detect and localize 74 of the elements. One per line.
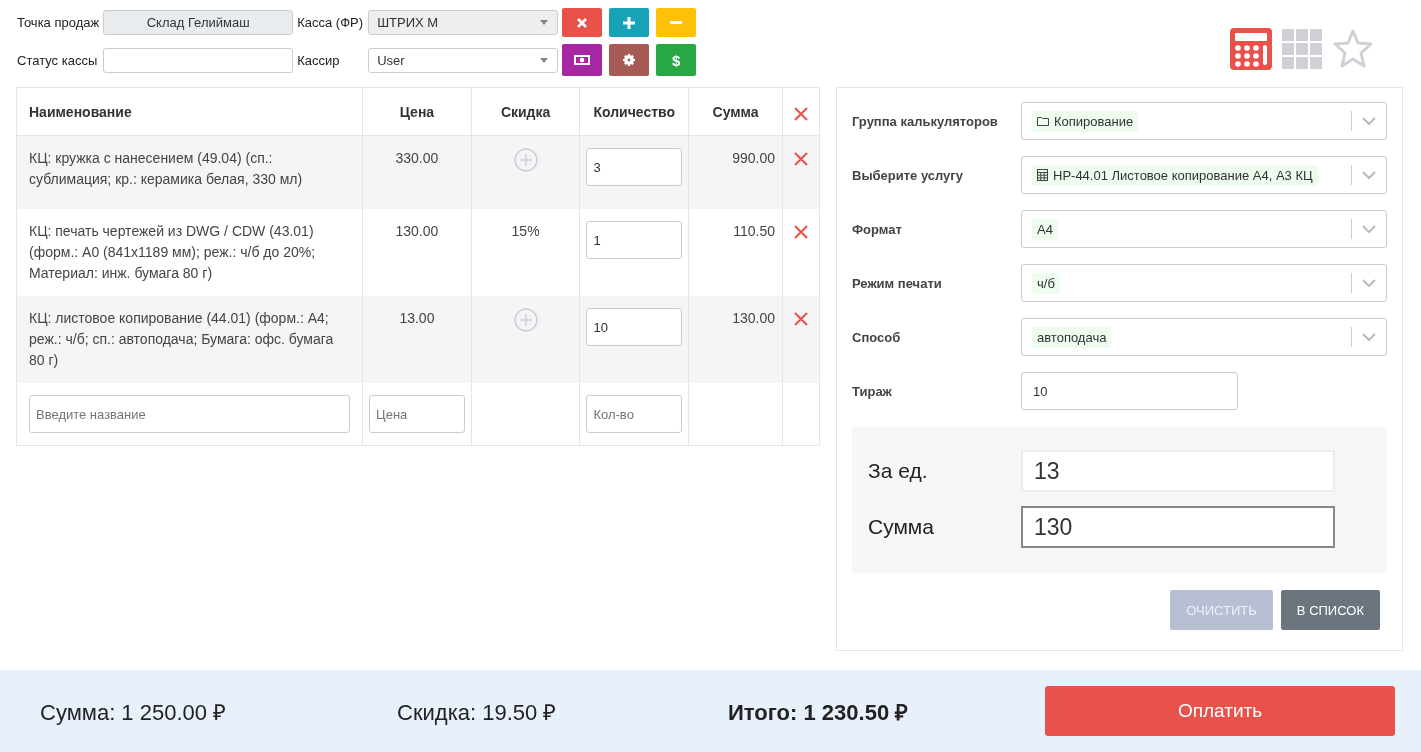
input-field[interactable]: 10 [1021,372,1238,410]
field-label: Касса (ФР) [297,15,365,30]
selected-value: автоподача [1032,326,1112,348]
sum-total: Сумма: 1 250.00 ₽ [40,699,228,726]
grand-total: Итого: 1 230.50 ₽ [728,699,910,726]
table-cell: КЦ: кружка с нанесением (49.04) (сп.: сублимация; кр.: керамика белая, 330 мл) [16,135,363,209]
selected-value: Копирование [1032,110,1139,132]
field-label: Группа калькуляторов [852,113,999,129]
column-header: Сумма [688,87,783,136]
result-label: За ед. [868,459,929,483]
minus-icon [670,20,683,25]
result-field[interactable]: 130 [1021,506,1335,548]
select-field[interactable]: User [368,48,559,73]
table-cell: 130.00 [688,296,783,383]
selected-value: НР-44.01 Листовое копирование А4, А3 КЦ [1032,164,1318,186]
close-button[interactable] [562,8,603,37]
delete-icon [794,106,808,121]
select-field[interactable]: А4 [1021,210,1387,248]
result-field[interactable]: 13 [1021,450,1335,492]
chevron-down-icon [1362,224,1376,234]
quantity-field[interactable]: 10 [586,308,683,346]
select-field[interactable]: ч/б [1021,264,1387,302]
plus-icon [623,16,636,29]
discount-total: Скидка: 19.50 ₽ [397,699,558,726]
quantity-field[interactable]: 3 [586,148,683,186]
field-label: Статус кассы [17,53,99,68]
quantity-field[interactable]: 1 [586,221,683,259]
result-label: Сумма [868,515,935,539]
table-cell: 13.00 [362,296,472,383]
name-field[interactable]: Введите название [29,395,351,433]
sale-point-field: Склад Гелиймаш [103,10,294,35]
cash-button[interactable] [562,44,603,76]
plus-button[interactable] [609,8,650,37]
caret-icon [539,57,550,64]
field-label: Выберите услугу [852,167,964,183]
chevron-down-icon [1362,116,1376,126]
field-label: Способ [852,329,902,345]
input-field[interactable] [103,48,294,73]
field-label: Режим печати [852,275,943,291]
selected-value: А4 [1032,218,1058,240]
select-field[interactable]: автоподача [1021,318,1387,356]
pay-button[interactable]: Оплатить [1045,686,1395,736]
star-icon[interactable] [1332,28,1374,70]
gear-icon [623,54,636,66]
field-label: Кассир [297,53,341,68]
table-cell: 330.00 [362,135,472,209]
chevron-down-icon [1362,170,1376,180]
column-header: Количество [579,87,689,136]
delete-icon[interactable] [794,152,808,166]
close-icon [577,17,588,28]
field-label: Формат [852,221,903,237]
delete-icon[interactable] [794,312,808,326]
caret-icon [539,19,550,26]
chevron-down-icon [1362,332,1376,342]
gear-button[interactable] [609,44,650,76]
folder-icon [1037,116,1049,126]
delete-icon[interactable] [794,225,808,239]
table-cell: КЦ: листовое копирование (44.01) (форм.: А4; реж.: ч/б; сп.: автоподача; Бумага: офс. бумага 80 г) [16,296,363,383]
column-header: Скидка [471,87,580,136]
column-header: Наименование [16,87,363,136]
chevron-down-icon [1362,278,1376,288]
selected-value: ч/б [1032,272,1060,294]
table-cell: 990.00 [688,135,783,209]
select-field[interactable]: Копирование [1021,102,1387,140]
add-to-list-button[interactable]: В СПИСОК [1280,590,1380,630]
calculator-icon [1037,169,1048,181]
column-header: Цена [362,87,472,136]
field-label: Точка продаж [17,15,100,30]
quantity-field[interactable]: Кол-во [586,395,683,433]
price-field[interactable]: Цена [369,395,465,433]
select-field[interactable]: НР-44.01 Листовое копирование А4, А3 КЦ [1021,156,1387,194]
field-label: Тираж [852,383,893,399]
calculator-icon[interactable] [1230,28,1272,70]
banknote-icon [574,55,591,65]
